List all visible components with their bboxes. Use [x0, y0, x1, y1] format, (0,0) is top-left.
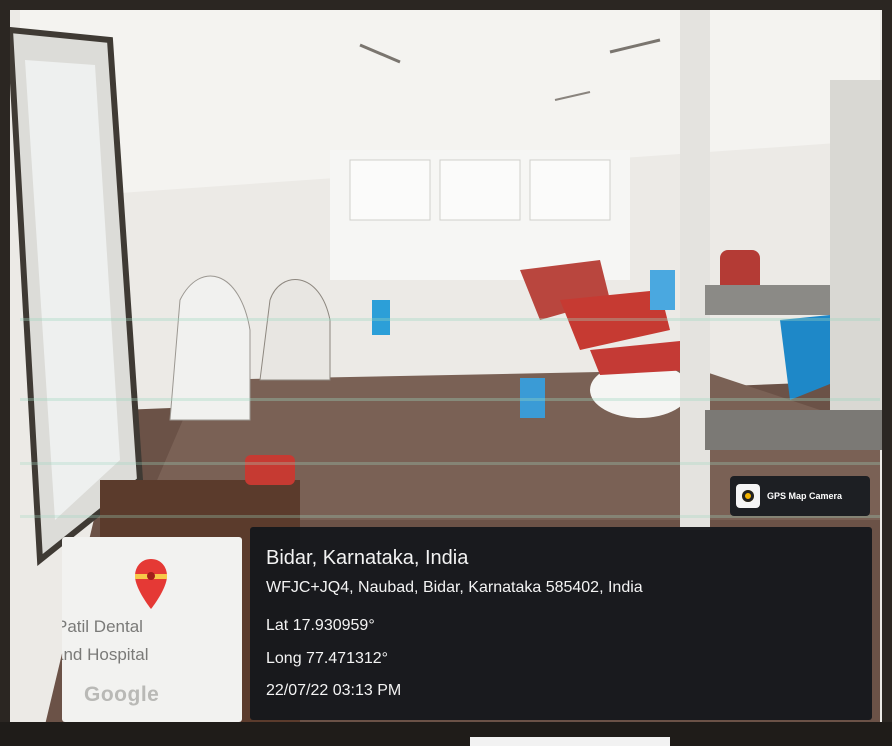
background-strip — [470, 737, 670, 746]
gps-map-camera-badge: GPS Map Camera — [730, 476, 870, 516]
map-pin-icon — [135, 559, 167, 609]
photo-bottom-edge — [0, 722, 892, 746]
address-line: WFJC+JQ4, Naubad, Bidar, Karnataka 58540… — [266, 579, 643, 596]
location-info-panel: Bidar, Karnataka, India WFJC+JQ4, Naubad… — [250, 527, 872, 720]
google-logo: Google — [84, 683, 160, 706]
badge-label: GPS Map Camera — [767, 491, 843, 501]
map-label-line1: Patil Dental — [62, 617, 143, 636]
map-thumbnail: Patil Dental and Hospital Google — [62, 537, 242, 722]
camera-pin-icon — [736, 484, 760, 508]
map-label-line2: and Hospital — [62, 645, 149, 664]
latitude: Lat 17.930959° — [266, 617, 375, 634]
longitude: Long 77.471312° — [266, 650, 389, 667]
timestamp: 22/07/22 03:13 PM — [266, 682, 402, 699]
place-name: Bidar, Karnataka, India — [266, 547, 469, 569]
